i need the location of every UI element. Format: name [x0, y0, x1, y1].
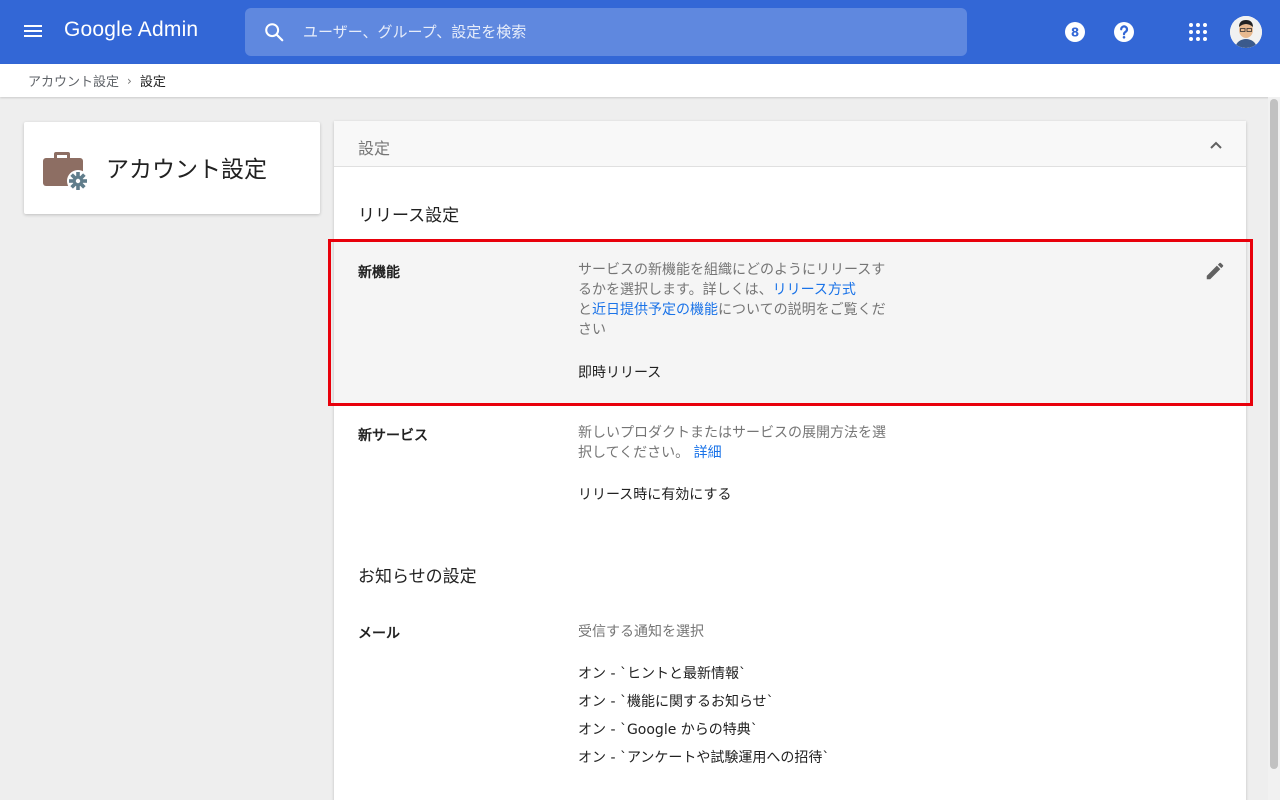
new-services-description: 新しいプロダクトまたはサービスの展開方法を選択してください。 詳細	[578, 425, 886, 461]
notification-count: 8	[1071, 26, 1079, 40]
panel-header[interactable]: 設定	[334, 121, 1246, 167]
account-avatar[interactable]	[1230, 16, 1262, 48]
card-title: アカウント設定	[106, 157, 267, 183]
breadcrumb-account-settings[interactable]: アカウント設定	[28, 71, 119, 90]
help-icon[interactable]	[1112, 20, 1136, 44]
user-avatar-icon	[1230, 16, 1262, 48]
page-scrollbar[interactable]	[1268, 97, 1280, 800]
new-features-value: 即時リリース	[578, 365, 662, 381]
mail-row[interactable]: メール 受信する通知を選択 オン - `ヒントと最新情報` オン - `機能に関…	[334, 611, 1246, 781]
mail-item-tips: オン - `ヒントと最新情報`	[578, 666, 746, 682]
new-features-description: サービスの新機能を組織にどのようにリリースするかを選択します。詳しくは、リリース…	[578, 262, 886, 338]
mail-label: メール	[358, 626, 400, 642]
new-features-row[interactable]: 新機能 サービスの新機能を組織にどのようにリリースするかを選択します。詳しくは、…	[334, 242, 1246, 403]
release-methods-link[interactable]: リリース方式	[773, 282, 856, 298]
upcoming-features-link[interactable]: 近日提供予定の機能	[592, 302, 718, 318]
breadcrumb-current: 設定	[139, 75, 166, 90]
panel-title: 設定	[358, 139, 391, 158]
breadcrumb: アカウント設定 › 設定	[0, 64, 1280, 97]
mail-description: 受信する通知を選択	[578, 624, 704, 640]
brand-logo[interactable]: Google Admin	[64, 18, 198, 42]
mail-item-feature-announcements: オン - `機能に関するお知らせ`	[578, 694, 774, 710]
pencil-edit-icon[interactable]	[1204, 260, 1226, 282]
notification-settings-title: お知らせの設定	[358, 567, 477, 587]
search-input[interactable]	[303, 8, 943, 56]
admin-notifications-icon[interactable]: 8	[1063, 20, 1087, 44]
new-services-label: 新サービス	[358, 428, 428, 444]
chevron-right-icon: ›	[127, 73, 132, 88]
top-app-bar: Google Admin 8	[0, 0, 1280, 64]
settings-panel: 設定 リリース設定 新機能 サービスの新機能を組織にどのようにリリースするかを選…	[334, 121, 1246, 800]
chevron-up-icon[interactable]	[1206, 135, 1226, 155]
new-services-value: リリース時に有効にする	[578, 487, 732, 503]
briefcase-gear-icon	[43, 152, 89, 192]
search-icon[interactable]	[263, 21, 285, 43]
release-settings-title: リリース設定	[358, 206, 460, 226]
new-services-row[interactable]: 新サービス 新しいプロダクトまたはサービスの展開方法を選択してください。 詳細 …	[334, 411, 1246, 521]
new-services-details-link[interactable]: 詳細	[694, 445, 722, 461]
apps-grid-icon[interactable]	[1186, 20, 1210, 44]
scrollbar-thumb[interactable]	[1270, 99, 1278, 769]
mail-item-google-offers: オン - `Google からの特典`	[578, 722, 758, 738]
search-box[interactable]	[245, 8, 967, 56]
menu-icon[interactable]	[24, 22, 46, 42]
account-settings-card: アカウント設定	[24, 122, 320, 214]
new-features-label: 新機能	[358, 265, 400, 281]
mail-item-survey-invites: オン - `アンケートや試験運用への招待`	[578, 750, 830, 766]
